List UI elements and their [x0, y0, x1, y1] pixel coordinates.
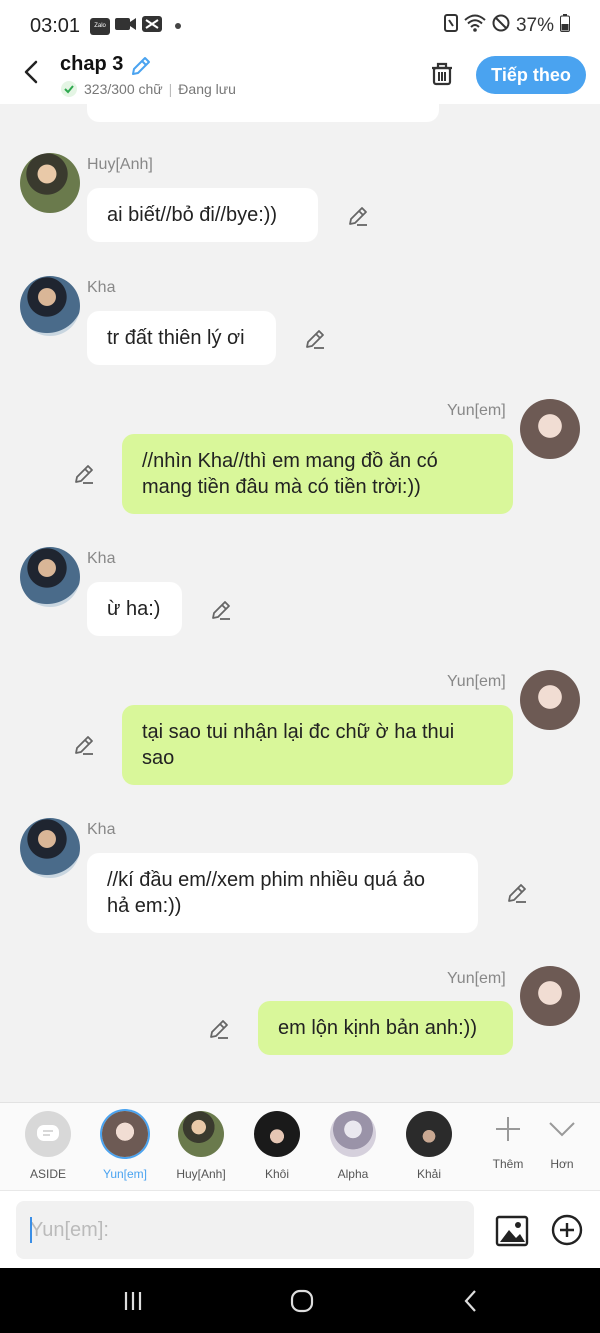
sender-name: Yun[em] — [447, 970, 506, 987]
avatar — [406, 1111, 452, 1157]
nfc-icon — [443, 14, 458, 38]
character-khoi[interactable]: Khôi — [245, 1111, 309, 1181]
character-label: Yun[em] — [102, 1167, 148, 1181]
character-bar: ASIDE Yun[em] Huy[Anh] Khôi Alpha Khải T… — [0, 1102, 600, 1190]
pencil-icon[interactable] — [209, 598, 233, 622]
wifi-icon — [464, 14, 486, 38]
battery-percent: 37% — [515, 15, 554, 36]
avatar — [254, 1111, 300, 1157]
more-notifications-dot — [175, 23, 182, 29]
avatar — [178, 1111, 224, 1157]
plus-icon — [496, 1117, 520, 1141]
saving-status: Đang lưu — [178, 81, 236, 97]
message-line: //nhìn Kha//thì em mang đồ ăn có — [142, 450, 438, 472]
message-bubble-partial[interactable] — [87, 104, 439, 122]
message-input[interactable] — [16, 1201, 474, 1259]
notification-icons: Zalo — [90, 15, 182, 37]
chevron-down-icon — [549, 1122, 575, 1137]
plus-circle-icon[interactable] — [550, 1213, 584, 1247]
nav-recents-icon[interactable] — [118, 1286, 148, 1316]
avatar — [20, 276, 80, 336]
character-label: Alpha — [337, 1167, 369, 1181]
avatar — [102, 1111, 148, 1157]
nav-back-icon[interactable] — [456, 1286, 486, 1316]
character-huy[interactable]: Huy[Anh] — [169, 1111, 233, 1181]
back-icon[interactable] — [18, 58, 46, 86]
less-label: Hơn — [550, 1157, 574, 1171]
check-icon — [61, 81, 77, 97]
pencil-icon[interactable] — [72, 733, 96, 757]
more-button[interactable]: Thêm — [480, 1113, 536, 1171]
status-bar: 03:01 Zalo 37% — [0, 0, 600, 52]
character-label: Huy[Anh] — [176, 1167, 226, 1181]
message-bubble[interactable]: ai biết//bỏ đi//bye:)) — [87, 188, 318, 242]
message-line: hả em:)) — [107, 895, 182, 917]
pencil-icon[interactable] — [72, 462, 96, 486]
pencil-icon[interactable] — [346, 204, 370, 228]
message-bubble[interactable]: //nhìn Kha//thì em mang đồ ăn có mang ti… — [122, 434, 513, 514]
more-label: Thêm — [492, 1157, 524, 1171]
message-line: mang tiền đâu mà có tiền trời:)) — [142, 476, 421, 498]
divider: | — [168, 81, 173, 97]
chat-area[interactable]: Huy[Anh] ai biết//bỏ đi//bye:)) Kha tr đ… — [0, 104, 600, 1102]
word-count: 323/300 chữ — [84, 81, 163, 97]
dnd-icon — [492, 14, 510, 38]
message-line: //kí đầu em//xem phim nhiều quá ảo — [107, 869, 425, 891]
avatar — [20, 818, 80, 878]
nav-home-icon[interactable] — [287, 1286, 317, 1316]
character-aside[interactable]: ASIDE — [16, 1111, 80, 1181]
system-nav-bar — [0, 1268, 600, 1333]
pencil-icon[interactable] — [129, 54, 153, 78]
status-time: 03:01 — [30, 14, 81, 37]
save-status: 323/300 chữ | Đang lưu — [60, 80, 236, 98]
avatar — [520, 966, 580, 1026]
pencil-icon[interactable] — [207, 1017, 231, 1041]
zalo-icon: Zalo — [90, 17, 111, 35]
pencil-icon[interactable] — [505, 881, 529, 905]
character-alpha[interactable]: Alpha — [321, 1111, 385, 1181]
input-bar — [0, 1190, 600, 1268]
battery-icon — [560, 14, 570, 38]
message-bubble[interactable]: em lộn kịnh bản anh:)) — [258, 1001, 513, 1055]
message-line: tại sao tui nhận lại đc chữ ờ ha thui — [142, 721, 455, 743]
character-label: ASIDE — [29, 1167, 66, 1181]
character-khai[interactable]: Khải — [397, 1111, 461, 1181]
chapter-title: chap 3 — [60, 53, 124, 75]
message-bubble[interactable]: ừ ha:) — [87, 582, 182, 636]
character-yun[interactable]: Yun[em] — [93, 1111, 157, 1181]
trash-icon[interactable] — [428, 60, 456, 88]
image-icon[interactable] — [494, 1213, 530, 1249]
character-label: Khôi — [264, 1167, 290, 1181]
avatar — [20, 547, 80, 607]
video-icon — [115, 16, 137, 37]
sender-name: Kha — [87, 279, 116, 296]
message-line: sao — [142, 747, 175, 769]
capcut-icon — [142, 15, 163, 37]
character-label: Khải — [416, 1167, 442, 1181]
aside-icon — [25, 1111, 71, 1157]
sender-name: Yun[em] — [447, 402, 506, 419]
pencil-icon[interactable] — [303, 327, 327, 351]
next-button[interactable]: Tiếp theo — [476, 56, 586, 94]
text-caret — [30, 1217, 32, 1243]
avatar — [330, 1111, 376, 1157]
message-bubble[interactable]: tr đất thiên lý ơi — [87, 311, 276, 365]
message-bubble[interactable]: //kí đầu em//xem phim nhiều quá ảo hả em… — [87, 853, 478, 933]
sender-name: Kha — [87, 821, 116, 838]
sender-name: Kha — [87, 550, 116, 567]
sender-name: Yun[em] — [447, 673, 506, 690]
app-header: chap 3 323/300 chữ | Đang lưu Tiếp theo — [0, 52, 600, 104]
less-button[interactable]: Hơn — [534, 1113, 590, 1171]
message-bubble[interactable]: tại sao tui nhận lại đc chữ ờ ha thui sa… — [122, 705, 513, 785]
avatar — [20, 153, 80, 213]
avatar — [520, 399, 580, 459]
system-icons: 37% — [443, 14, 570, 38]
avatar — [520, 670, 580, 730]
sender-name: Huy[Anh] — [87, 156, 153, 173]
